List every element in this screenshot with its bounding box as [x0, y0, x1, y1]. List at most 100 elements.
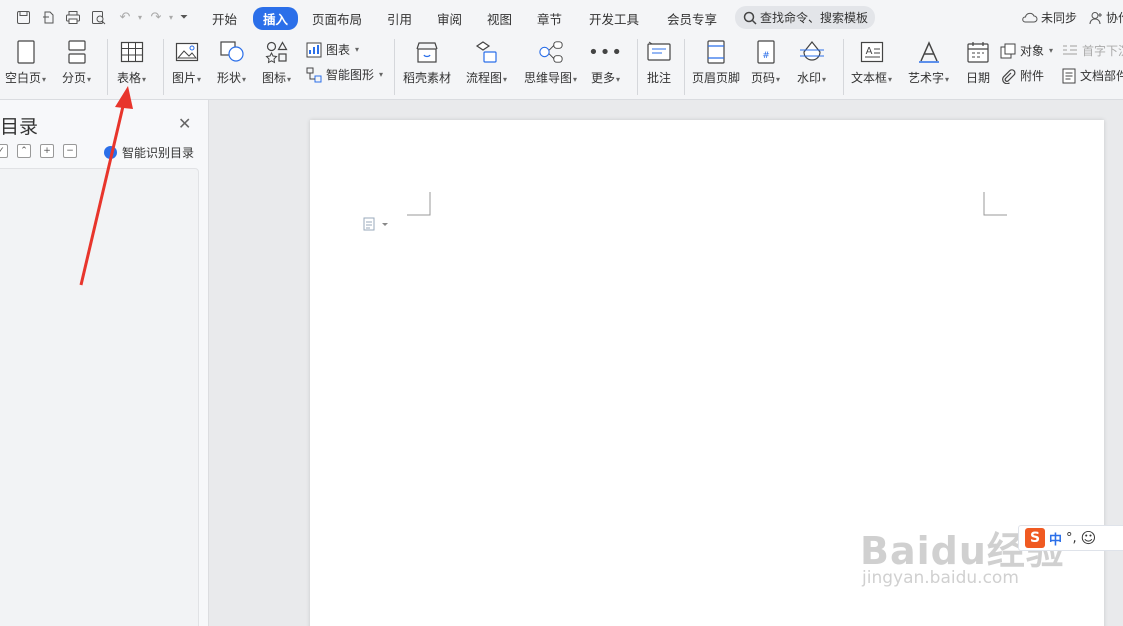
header-footer-button[interactable]: 页眉页脚 [692, 39, 740, 86]
textbox-button[interactable]: A 文本框▾ [851, 39, 892, 86]
icon-button[interactable]: 图标▾ [262, 39, 291, 86]
chart-icon [306, 42, 322, 57]
ribbon-divider [107, 39, 108, 95]
menu-developer[interactable]: 开发工具 [589, 9, 639, 28]
collaborate-button[interactable]: 协作 [1089, 9, 1123, 26]
customize-toolbar-icon[interactable]: ⏷ [176, 9, 192, 25]
smart-recognize-icon [104, 146, 117, 159]
doc-part-icon [1062, 68, 1076, 83]
watermark-icon [799, 39, 825, 65]
menu-section[interactable]: 章节 [537, 9, 562, 28]
wps-writer-window: ↶ ▾ ↷ ▾ ⏷ 开始 插入 页面布局 引用 审阅 视图 章节 开发工具 会员… [0, 0, 1123, 626]
attachment-button[interactable]: 附件 [1000, 67, 1044, 84]
toc-pane: 目录 ✕ ✓ ⌃ + − 智能识别目录 [0, 100, 209, 626]
collapse-up-icon[interactable]: ⌃ [17, 144, 31, 158]
toc-toolbar: ✓ ⌃ + − [0, 144, 77, 158]
comment-button[interactable]: 批注 [646, 39, 672, 86]
print-icon[interactable] [65, 9, 81, 25]
menu-insert[interactable]: 插入 [253, 7, 299, 30]
print-preview-icon[interactable] [90, 9, 106, 25]
smart-graphic-button[interactable]: 智能图形 ▾ [306, 66, 383, 83]
icons-library-icon [264, 39, 290, 65]
dropcap-button[interactable]: 首字下沉 [1062, 42, 1123, 59]
undo-dropdown-icon[interactable]: ▾ [132, 9, 148, 25]
save-icon[interactable] [15, 9, 31, 25]
blank-page-button[interactable]: 空白页▾ [5, 39, 46, 86]
cloud-icon [1022, 12, 1038, 23]
toc-title: 目录 [0, 116, 39, 138]
paperclip-icon [1002, 68, 1016, 84]
ime-mode-indicator[interactable]: 中 [1049, 529, 1062, 548]
mindmap-button[interactable]: 思维导图▾ [524, 39, 577, 86]
menu-review[interactable]: 审阅 [437, 9, 462, 28]
textbox-icon: A [859, 39, 885, 65]
menu-page-layout[interactable]: 页面布局 [312, 9, 362, 28]
ribbon-divider [684, 39, 685, 95]
title-menu-bar: ↶ ▾ ↷ ▾ ⏷ 开始 插入 页面布局 引用 审阅 视图 章节 开发工具 会员… [0, 0, 1123, 35]
table-icon [119, 39, 145, 65]
mindmap-icon [538, 39, 564, 65]
search-placeholder: 查找命令、搜索模板 [760, 11, 869, 25]
page-number-button[interactable]: # 页码▾ [751, 39, 780, 86]
ribbon-divider [394, 39, 395, 95]
user-add-icon [1089, 11, 1102, 24]
menu-view[interactable]: 视图 [487, 9, 512, 28]
checkbox-icon[interactable]: ✓ [0, 144, 8, 158]
page-number-icon: # [753, 39, 779, 65]
wordart-button[interactable]: 艺术字▾ [908, 39, 949, 86]
picture-button[interactable]: 图片▾ [172, 39, 201, 86]
calendar-icon [965, 39, 991, 65]
margin-corner-top-right [983, 192, 1007, 216]
ribbon-divider [637, 39, 638, 95]
blank-page-icon [13, 39, 39, 65]
close-icon[interactable]: ✕ [178, 114, 191, 133]
flowchart-button[interactable]: 流程图▾ [466, 39, 507, 86]
smart-graphic-icon [306, 67, 322, 82]
table-button[interactable]: 表格▾ [117, 39, 146, 86]
undo-icon[interactable]: ↶ [117, 9, 133, 25]
svg-text:#: # [762, 51, 770, 61]
chart-button[interactable]: 图表 ▾ [306, 41, 359, 58]
ime-status-bar[interactable]: S 中 °, ☺ [1018, 525, 1123, 551]
object-icon [1000, 43, 1016, 58]
sync-status[interactable]: 未同步 [1021, 9, 1077, 26]
ime-punct-indicator[interactable]: °, [1066, 531, 1077, 546]
object-button[interactable]: 对象 ▾ [1000, 42, 1053, 59]
export-pdf-icon[interactable] [40, 9, 56, 25]
redo-icon[interactable]: ↷ [148, 9, 164, 25]
collapse-minus-icon[interactable]: − [63, 144, 77, 158]
command-search-box[interactable]: 查找命令、搜索模板 [735, 6, 875, 29]
emoji-icon[interactable]: ☺ [1081, 529, 1097, 547]
ribbon-divider [843, 39, 844, 95]
menu-member[interactable]: 会员专享 [667, 9, 717, 28]
shape-icon [219, 39, 245, 65]
paste-options-icon[interactable] [362, 217, 390, 231]
dropcap-icon [1063, 44, 1077, 55]
docer-material-button[interactable]: 稻壳素材 [403, 39, 451, 86]
insert-ribbon: 空白页▾ 分页▾ 表格▾ 图片▾ 形状▾ 图标▾ 图表 ▾ 智能图形 ▾ 稻壳素… [0, 35, 1123, 100]
flowchart-icon [474, 39, 500, 65]
more-button[interactable]: ••• 更多▾ [588, 39, 623, 86]
page-break-icon [64, 39, 90, 65]
header-footer-icon [703, 39, 729, 65]
wordart-icon [916, 39, 942, 65]
smart-toc-button[interactable]: 智能识别目录 [104, 144, 194, 161]
margin-corner-top-left [407, 192, 431, 216]
docer-store-icon [414, 39, 440, 65]
search-icon [743, 11, 757, 25]
date-button[interactable]: 日期 [965, 39, 991, 86]
toc-list[interactable] [0, 168, 199, 626]
sogou-ime-logo-icon: S [1025, 528, 1045, 548]
more-dots-icon: ••• [588, 41, 623, 63]
menu-home[interactable]: 开始 [212, 9, 237, 28]
ribbon-divider [163, 39, 164, 95]
comment-icon [646, 39, 672, 65]
menu-references[interactable]: 引用 [387, 9, 412, 28]
doc-part-button[interactable]: 文档部件 [1062, 67, 1123, 84]
page-break-button[interactable]: 分页▾ [62, 39, 91, 86]
shape-button[interactable]: 形状▾ [217, 39, 246, 86]
watermark-button[interactable]: 水印▾ [797, 39, 826, 86]
expand-plus-icon[interactable]: + [40, 144, 54, 158]
picture-icon [174, 39, 200, 65]
svg-text:A: A [865, 46, 872, 57]
